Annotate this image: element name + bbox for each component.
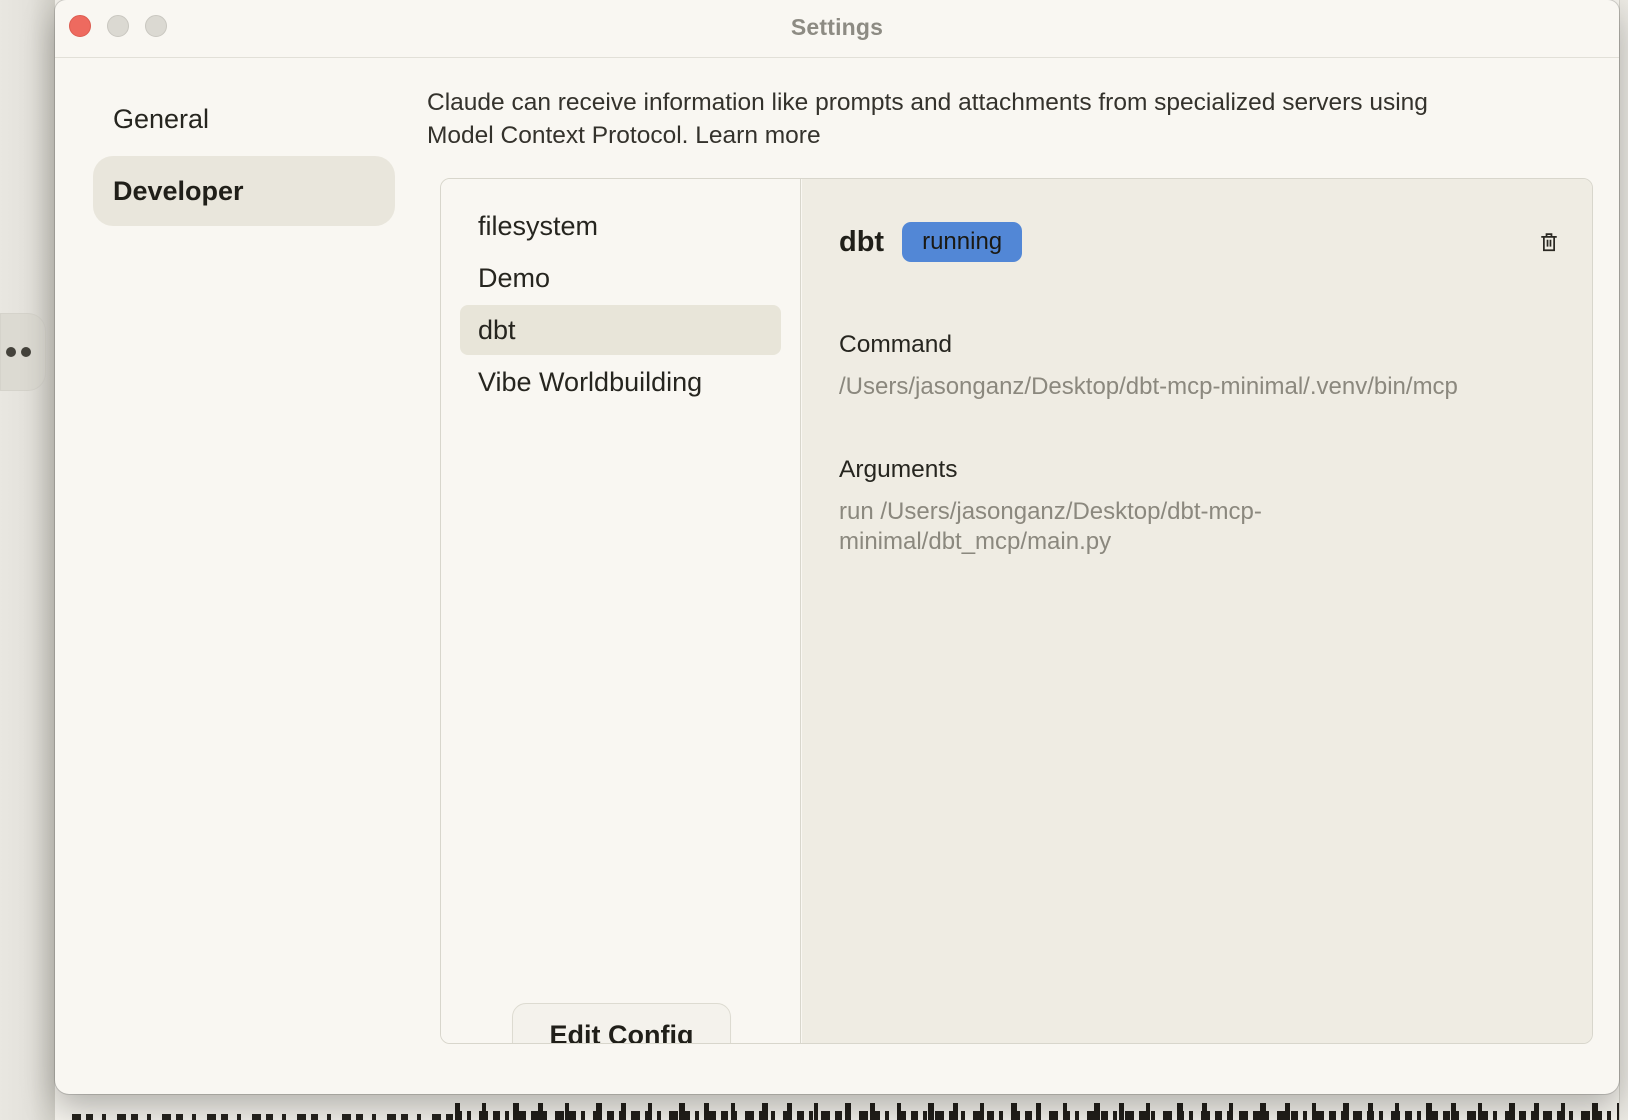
server-list: filesystem Demo dbt Vibe Worldbuilding xyxy=(441,201,800,409)
settings-window: Settings General Developer Claude can re… xyxy=(55,0,1619,1094)
mcp-description: Claude can receive information like prom… xyxy=(427,86,1547,152)
server-detail-panel: dbt running Command /Users/jasonganz/Des… xyxy=(802,179,1592,1043)
command-label: Command xyxy=(839,331,952,359)
window-title: Settings xyxy=(55,14,1619,41)
trash-icon xyxy=(1538,230,1560,255)
sidebar-item-label: Developer xyxy=(113,176,244,207)
background-sidebar-tab[interactable] xyxy=(0,313,46,391)
arguments-value: run /Users/jasonganz/Desktop/dbt-mcp-min… xyxy=(839,497,1319,557)
sidebar-item-general[interactable]: General xyxy=(113,104,209,135)
server-list-item-vibe-worldbuilding[interactable]: Vibe Worldbuilding xyxy=(460,357,781,407)
server-detail-header: dbt running xyxy=(839,219,1562,265)
server-list-item-demo[interactable]: Demo xyxy=(460,253,781,303)
server-name: dbt xyxy=(839,226,884,259)
learn-more-link[interactable]: Learn more xyxy=(695,122,820,149)
server-list-column: filesystem Demo dbt Vibe Worldbuilding E… xyxy=(441,179,801,1043)
edit-config-button[interactable]: Edit Config xyxy=(512,1003,731,1044)
server-list-item-dbt[interactable]: dbt xyxy=(460,305,781,355)
desktop-edge-left xyxy=(0,0,55,1120)
description-line-1: Claude can receive information like prom… xyxy=(427,86,1547,119)
title-bar: Settings xyxy=(55,0,1619,58)
mcp-servers-panel: filesystem Demo dbt Vibe Worldbuilding E… xyxy=(440,178,1593,1044)
desktop-edge-right xyxy=(1619,0,1628,1120)
sidebar-item-developer[interactable]: Developer xyxy=(93,156,395,226)
screen: Settings General Developer Claude can re… xyxy=(0,0,1628,1120)
ellipsis-icon xyxy=(6,347,31,357)
command-value: /Users/jasonganz/Desktop/dbt-mcp-minimal… xyxy=(839,372,1458,402)
background-clipped-text xyxy=(455,1103,1619,1120)
delete-server-button[interactable] xyxy=(1536,228,1562,257)
background-clipped-text xyxy=(72,1114,460,1120)
server-list-item-filesystem[interactable]: filesystem xyxy=(460,201,781,251)
arguments-label: Arguments xyxy=(839,456,957,484)
description-line-2: Model Context Protocol. Learn more xyxy=(427,119,1547,152)
status-badge: running xyxy=(902,222,1022,262)
